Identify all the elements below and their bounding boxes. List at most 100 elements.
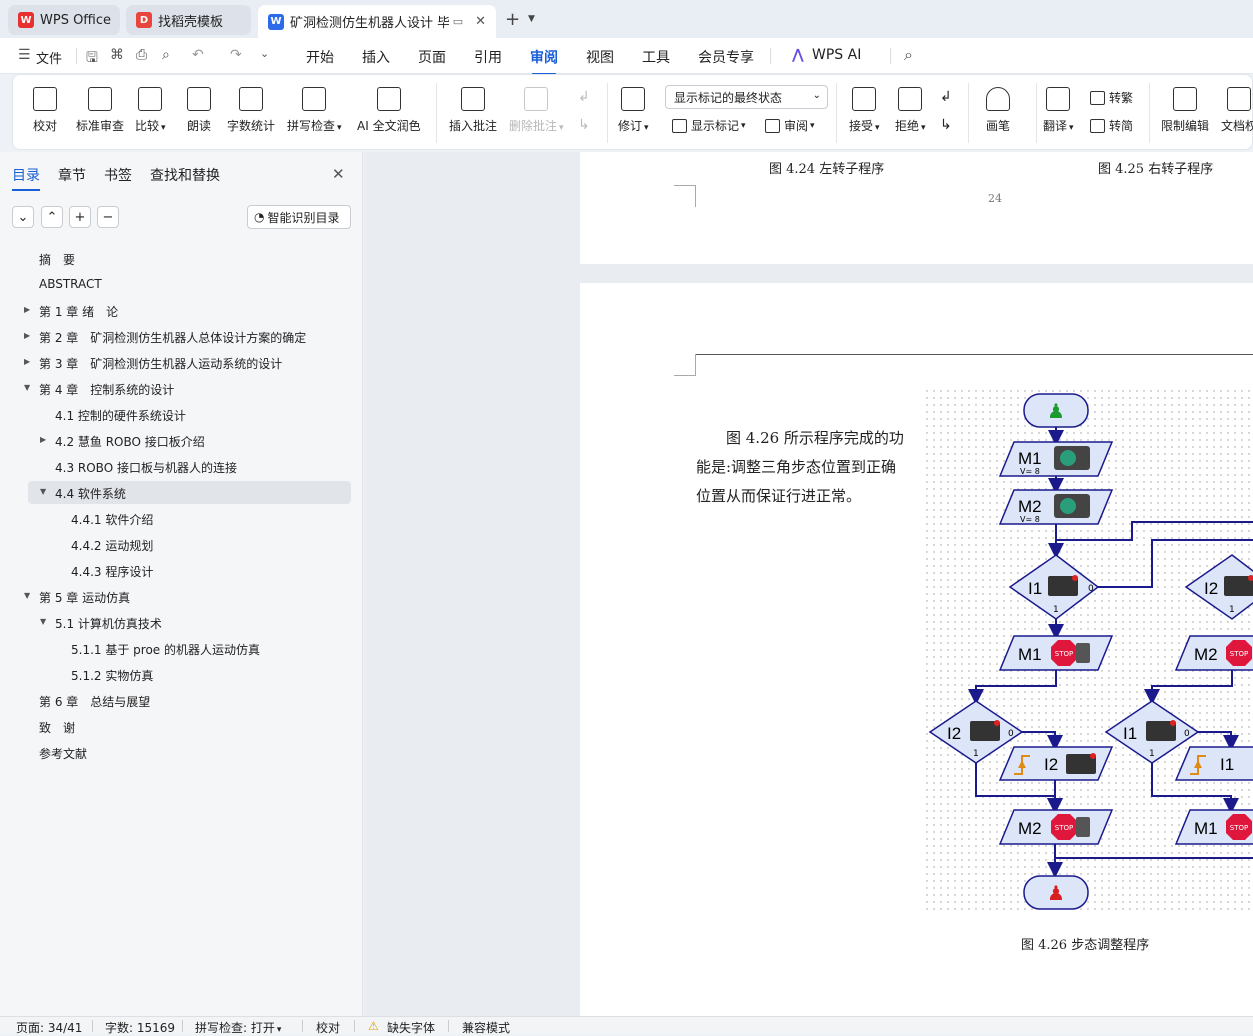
menu-member[interactable]: 会员专享 bbox=[698, 47, 754, 67]
hamburger-icon[interactable]: ☰ bbox=[18, 47, 31, 63]
toc-item[interactable]: 5.1 计算机仿真技术 bbox=[55, 615, 162, 632]
pen-button[interactable]: 画笔 bbox=[986, 87, 1010, 134]
share-icon[interactable]: ⌘ bbox=[110, 47, 124, 63]
add-heading-button[interactable]: + bbox=[69, 206, 91, 228]
review-pane-button[interactable]: 审阅 ▾ bbox=[765, 117, 815, 134]
i2-label: I2 bbox=[947, 724, 961, 743]
toc-item[interactable]: 参考文献 bbox=[39, 745, 87, 762]
toc-item[interactable]: 4.2 慧鱼 ROBO 接口板介绍 bbox=[55, 433, 205, 450]
m2-speed: V= 8 bbox=[1020, 515, 1040, 524]
word-count-indicator[interactable]: 字数: 15169 bbox=[105, 1019, 175, 1036]
undo-icon[interactable]: ↶ bbox=[192, 47, 204, 63]
tab-toc[interactable]: 目录 bbox=[12, 165, 40, 191]
compare-button[interactable]: 比较 ▾ bbox=[135, 87, 166, 134]
next-comment-icon[interactable]: ↳ bbox=[578, 117, 590, 133]
proof-indicator[interactable]: 校对 bbox=[316, 1019, 340, 1036]
tab-docer[interactable]: D 找稻壳模板 bbox=[126, 5, 251, 35]
toc-item[interactable]: 5.1.2 实物仿真 bbox=[71, 667, 153, 684]
translate-icon bbox=[1046, 87, 1071, 111]
collapse-down-button[interactable]: ⌄ bbox=[12, 206, 34, 228]
print-preview-icon[interactable]: ⌕ bbox=[162, 47, 170, 63]
markup-state-select[interactable]: 显示标记的最终状态 ⌄ bbox=[665, 85, 828, 109]
toc-item[interactable]: ABSTRACT bbox=[39, 277, 102, 291]
toc-item[interactable]: 4.4 软件系统 bbox=[55, 485, 126, 502]
accept-button[interactable]: 接受 ▾ bbox=[849, 87, 880, 134]
menu-page[interactable]: 页面 bbox=[418, 47, 446, 67]
accept-icon bbox=[852, 87, 877, 111]
spell-check-button[interactable]: 拼写检查 ▾ bbox=[287, 87, 342, 134]
page-indicator[interactable]: 页面: 34/41 bbox=[16, 1019, 82, 1036]
show-markup-button[interactable]: 显示标记 ▾ bbox=[672, 117, 746, 134]
toc-item[interactable]: 摘 要 bbox=[39, 251, 75, 268]
toc-item[interactable]: 5.1.1 基于 proe 的机器人运动仿真 bbox=[71, 641, 260, 658]
print-icon[interactable]: ⎙ bbox=[136, 47, 147, 63]
toc-item[interactable]: 4.4.1 软件介绍 bbox=[71, 511, 153, 528]
translate-button[interactable]: 翻译 ▾ bbox=[1043, 87, 1074, 134]
expand-down-icon[interactable]: ▼ bbox=[24, 591, 30, 600]
menu-review[interactable]: 审阅 bbox=[530, 47, 558, 75]
doc-permission-button[interactable]: 文档权 bbox=[1221, 87, 1253, 134]
toc-item[interactable]: 4.4.2 运动规划 bbox=[71, 537, 153, 554]
chevron-down-icon[interactable]: ▼ bbox=[528, 14, 535, 24]
redo-icon[interactable]: ↷ bbox=[230, 47, 242, 63]
ai-polish-button[interactable]: AI 全文润色 bbox=[357, 87, 421, 134]
expand-down-icon[interactable]: ▼ bbox=[40, 617, 46, 626]
toc-item[interactable]: 4.4.3 程序设计 bbox=[71, 563, 153, 580]
toc-item[interactable]: 第 4 章 控制系统的设计 bbox=[39, 381, 174, 398]
collapse-up-button[interactable]: ⌃ bbox=[41, 206, 63, 228]
delete-comment-button[interactable]: 删除批注 ▾ bbox=[509, 87, 564, 134]
standard-review-button[interactable]: 标准审查 bbox=[76, 87, 124, 134]
word-count-button[interactable]: 字数统计 bbox=[227, 87, 275, 134]
i2-label: I2 bbox=[1204, 579, 1218, 598]
to-simplified-button[interactable]: 转简 bbox=[1090, 117, 1133, 134]
toc-item[interactable]: 第 3 章 矿洞检测仿生机器人运动系统的设计 bbox=[39, 355, 282, 372]
toc-item[interactable]: 第 6 章 总结与展望 bbox=[39, 693, 150, 710]
close-icon[interactable]: ✕ bbox=[475, 14, 486, 29]
more-chevron-icon[interactable]: ⌄ bbox=[260, 47, 269, 60]
i1-label: I1 bbox=[1028, 579, 1042, 598]
tab-document[interactable]: W 矿洞检测仿生机器人设计 毕业 ▭ ✕ bbox=[258, 5, 496, 38]
menu-insert[interactable]: 插入 bbox=[362, 47, 390, 67]
save-icon[interactable]: 🖫 bbox=[86, 47, 98, 71]
tab-bookmarks[interactable]: 书签 bbox=[104, 165, 132, 185]
tab-find-replace[interactable]: 查找和替换 bbox=[150, 165, 220, 185]
restrict-edit-button[interactable]: 限制编辑 bbox=[1161, 87, 1209, 134]
track-changes-button[interactable]: 修订 ▾ bbox=[618, 87, 649, 134]
expand-right-icon[interactable]: ▶ bbox=[24, 357, 30, 366]
expand-right-icon[interactable]: ▶ bbox=[24, 305, 30, 314]
menu-reference[interactable]: 引用 bbox=[474, 47, 502, 67]
smart-toc-button[interactable]: ◔ 智能识别目录 bbox=[247, 205, 351, 229]
toc-item[interactable]: 致 谢 bbox=[39, 719, 75, 736]
search-icon[interactable]: ⌕ bbox=[904, 45, 913, 65]
toc-item[interactable]: 4.1 控制的硬件系统设计 bbox=[55, 407, 186, 424]
proof-button[interactable]: 校对 bbox=[33, 87, 57, 134]
prev-change-icon[interactable]: ↲ bbox=[940, 89, 952, 105]
next-change-icon[interactable]: ↳ bbox=[940, 117, 952, 133]
file-menu[interactable]: 文件 bbox=[36, 48, 62, 67]
expand-right-icon[interactable]: ▶ bbox=[24, 331, 30, 340]
insert-comment-button[interactable]: 插入批注 bbox=[449, 87, 497, 134]
missing-font-indicator[interactable]: 缺失字体 bbox=[387, 1019, 435, 1036]
tab-sections[interactable]: 章节 bbox=[58, 165, 86, 185]
remove-heading-button[interactable]: − bbox=[97, 206, 119, 228]
toc-item[interactable]: 第 2 章 矿洞检测仿生机器人总体设计方案的确定 bbox=[39, 329, 306, 346]
reject-button[interactable]: 拒绝 ▾ bbox=[895, 87, 926, 134]
expand-right-icon[interactable]: ▶ bbox=[40, 435, 46, 444]
prev-comment-icon[interactable]: ↲ bbox=[578, 89, 590, 105]
page-number: 24 bbox=[988, 192, 1002, 205]
menu-tools[interactable]: 工具 bbox=[642, 47, 670, 67]
close-pane-icon[interactable]: ✕ bbox=[332, 165, 345, 183]
menu-home[interactable]: 开始 bbox=[306, 47, 334, 67]
new-tab-icon[interactable]: + bbox=[505, 9, 520, 30]
toc-item[interactable]: 第 5 章 运动仿真 bbox=[39, 589, 130, 606]
expand-down-icon[interactable]: ▼ bbox=[40, 487, 46, 496]
expand-down-icon[interactable]: ▼ bbox=[24, 383, 30, 392]
to-traditional-button[interactable]: 转繁 bbox=[1090, 89, 1133, 106]
spell-check-toggle[interactable]: 拼写检查: 打开 ▾ bbox=[195, 1019, 281, 1036]
tab-wps-office[interactable]: W WPS Office bbox=[8, 5, 120, 35]
toc-item[interactable]: 第 1 章 绪 论 bbox=[39, 303, 118, 320]
toc-item[interactable]: 4.3 ROBO 接口板与机器人的连接 bbox=[55, 459, 237, 476]
menu-view[interactable]: 视图 bbox=[586, 47, 614, 67]
menu-wps-ai[interactable]: WPS AI bbox=[812, 47, 861, 63]
read-aloud-button[interactable]: 朗读 bbox=[187, 87, 211, 134]
